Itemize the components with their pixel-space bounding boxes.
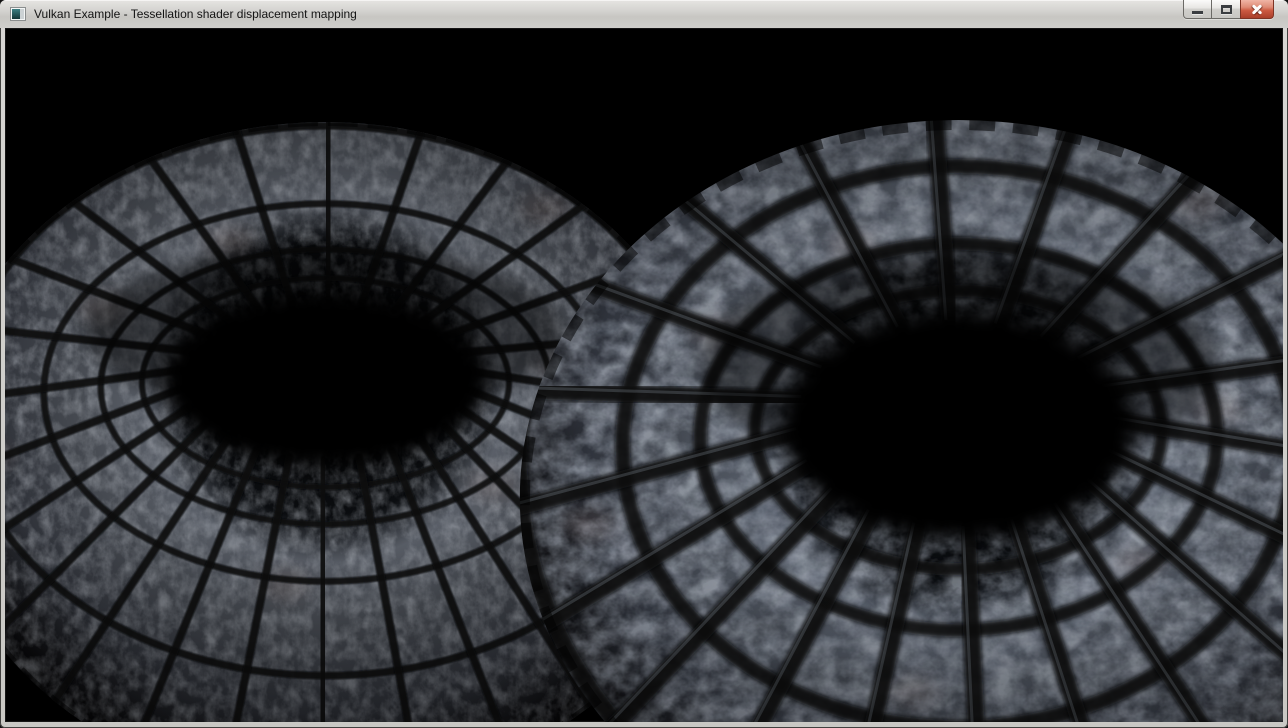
- titlebar[interactable]: Vulkan Example - Tessellation shader dis…: [0, 0, 1288, 28]
- app-window: Vulkan Example - Tessellation shader dis…: [0, 0, 1288, 728]
- minimize-icon: [1192, 11, 1203, 14]
- window-title: Vulkan Example - Tessellation shader dis…: [34, 0, 357, 28]
- close-icon: [1250, 3, 1264, 16]
- minimize-button[interactable]: [1183, 0, 1212, 19]
- render-viewport[interactable]: [5, 28, 1283, 722]
- render-canvas: [5, 28, 1283, 722]
- maximize-button[interactable]: [1212, 0, 1240, 19]
- close-button[interactable]: [1240, 0, 1274, 19]
- window-controls: [1183, 0, 1274, 19]
- app-icon: [10, 7, 26, 21]
- maximize-icon: [1221, 5, 1232, 14]
